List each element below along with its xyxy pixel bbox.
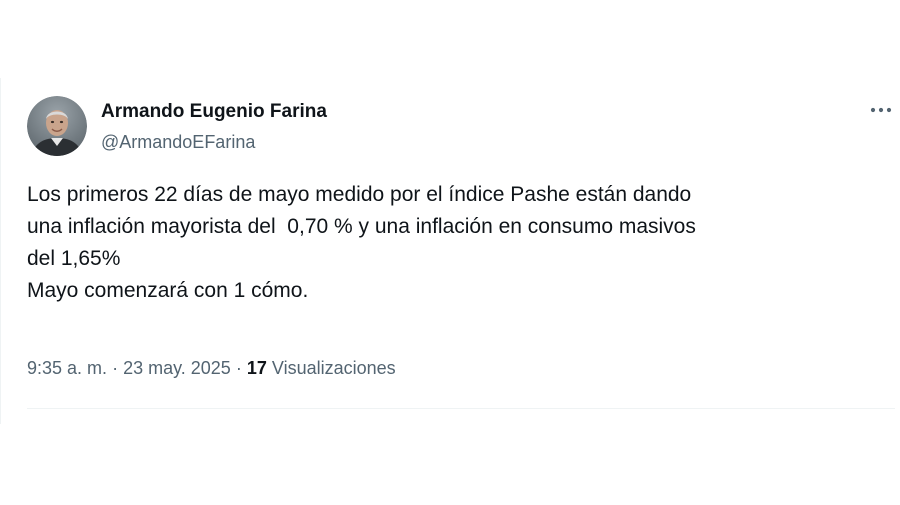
author-handle[interactable]: @ArmandoEFarina [101, 130, 255, 154]
tweet-time[interactable]: 9:35 a. m. [27, 358, 107, 378]
more-horizontal-icon [870, 107, 892, 113]
bottom-divider [27, 408, 895, 409]
tweet-text-line: una inflación mayorista del 0,70 % y una… [27, 215, 696, 238]
left-divider [0, 78, 1, 424]
author-display-name[interactable]: Armando Eugenio Farina [101, 100, 327, 124]
tweet-card: Armando Eugenio Farina @ArmandoEFarina L… [0, 78, 900, 424]
tweet-text-line: Mayo comenzará con 1 cómo. [27, 279, 309, 302]
meta-separator: · [235, 358, 242, 378]
avatar[interactable] [27, 96, 87, 156]
more-options-button[interactable] [866, 98, 896, 122]
views-count[interactable]: 17 [247, 358, 267, 378]
tweet-meta: 9:35 a. m. · 23 may. 2025 · 17 Visualiza… [27, 356, 396, 380]
meta-separator: · [112, 358, 119, 378]
avatar-image [27, 96, 87, 156]
tweet-date[interactable]: 23 may. 2025 [123, 358, 231, 378]
tweet-text-line: Los primeros 22 días de mayo medido por … [27, 183, 692, 206]
tweet-text: Los primeros 22 días de mayo medido por … [27, 179, 887, 307]
tweet-text-line: del 1,65% [27, 247, 121, 270]
views-label[interactable]: Visualizaciones [272, 358, 396, 378]
